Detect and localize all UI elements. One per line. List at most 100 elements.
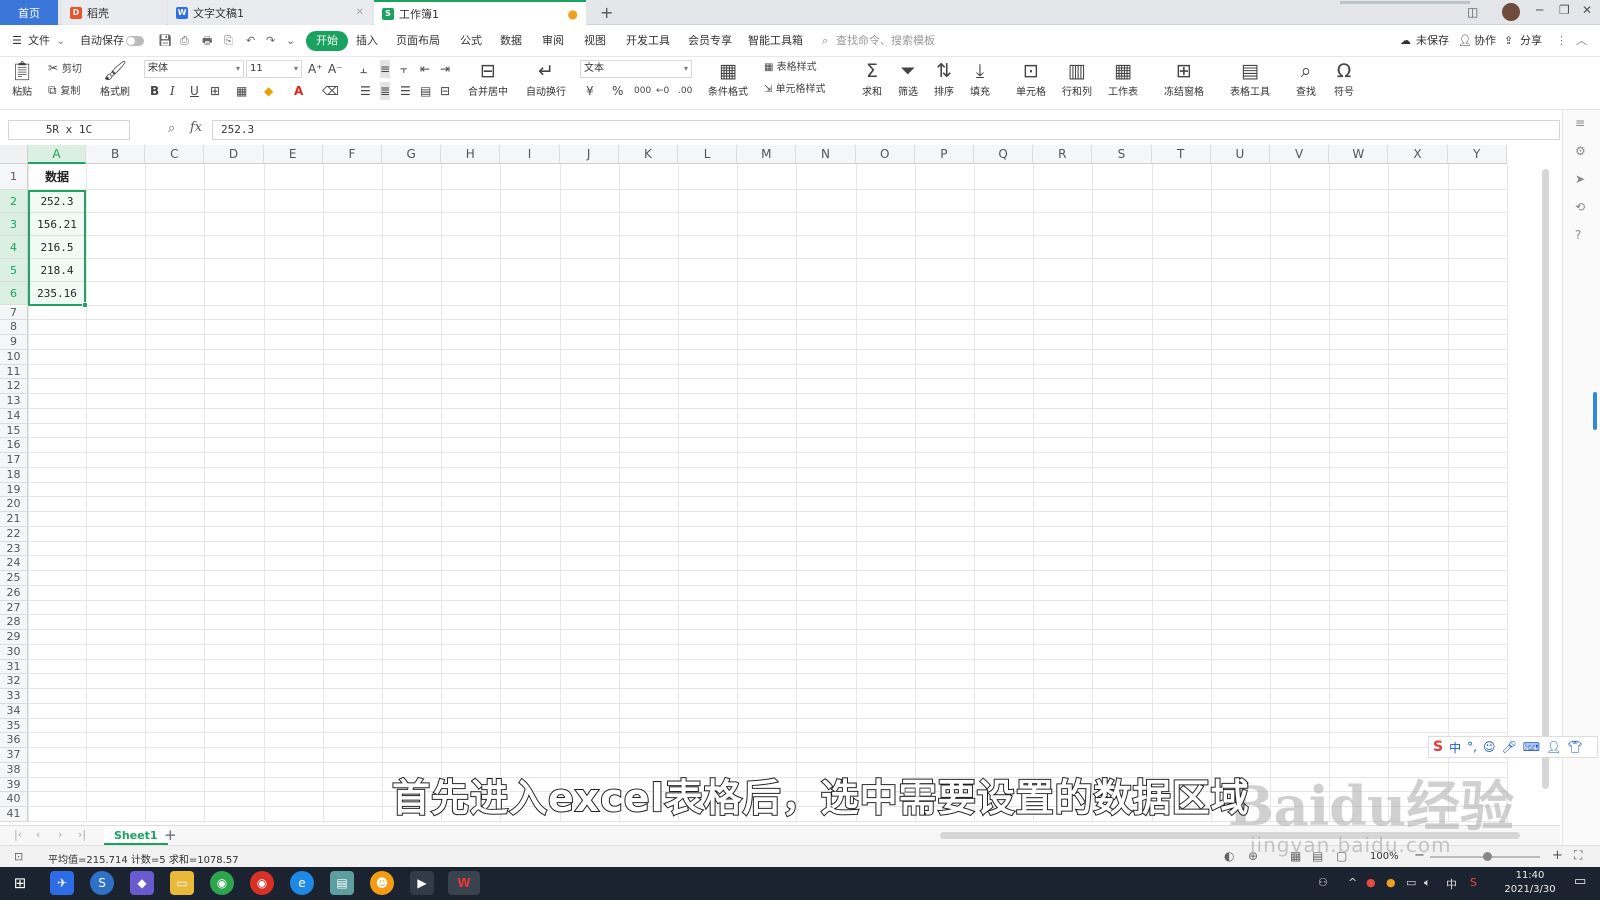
select-all-corner[interactable] [0, 145, 28, 164]
layout-icon[interactable]: ◫ [1467, 5, 1478, 19]
row-header-16[interactable]: 16 [0, 438, 28, 453]
ime-chinese-mode[interactable]: 中 [1449, 739, 1461, 756]
notification-icon[interactable]: ▭ [1574, 874, 1586, 889]
minimize-icon[interactable]: ─ [1536, 3, 1543, 17]
underline-icon[interactable]: U [190, 82, 199, 100]
tray-app-icon[interactable]: ● [1386, 876, 1396, 889]
font-size-select[interactable]: 11 [246, 60, 302, 78]
row-header-23[interactable]: 23 [0, 541, 28, 557]
clear-format-icon[interactable]: ⌫ [322, 82, 339, 100]
row-header-40[interactable]: 40 [0, 792, 28, 807]
decrease-font-icon[interactable]: A⁻ [328, 60, 343, 78]
thousands-icon[interactable]: 000 [634, 82, 651, 100]
row-header-17[interactable]: 17 [0, 453, 28, 468]
add-sheet-icon[interactable]: + [164, 826, 177, 844]
feather-app-icon[interactable]: ✈ [50, 871, 74, 895]
column-header-F[interactable]: F [322, 145, 382, 164]
collab-button[interactable]: 协作 [1474, 25, 1496, 57]
undo-icon[interactable]: ↶ [246, 25, 255, 57]
row-header-12[interactable]: 12 [0, 379, 28, 394]
print-preview-icon[interactable]: ⎙ [180, 25, 189, 57]
cube-app-icon[interactable]: ◆ [130, 871, 154, 895]
cell-button[interactable]: ⊡ 单元格 [1016, 59, 1046, 98]
align-right-icon[interactable]: ☰ [400, 82, 411, 100]
row-header-35[interactable]: 35 [0, 718, 28, 734]
indent-increase-icon[interactable]: ⇥ [440, 60, 450, 78]
paste-button[interactable]: 📋︎ 粘贴 [10, 59, 34, 98]
decrease-decimal-icon[interactable]: .00 [678, 82, 692, 100]
worksheet-button[interactable]: ▦ 工作表 [1108, 59, 1138, 98]
sogou-app-icon[interactable]: S [90, 871, 114, 895]
tray-expand-icon[interactable]: ^ [1348, 876, 1357, 889]
distributed-icon[interactable]: ⊟ [440, 82, 450, 100]
windows-start-icon[interactable]: ⊞ [8, 871, 32, 895]
row-header-28[interactable]: 28 [0, 615, 28, 630]
column-header-Q[interactable]: Q [974, 145, 1034, 164]
row-header-27[interactable]: 27 [0, 600, 28, 616]
row-header-21[interactable]: 21 [0, 512, 28, 527]
column-header-H[interactable]: H [441, 145, 501, 164]
column-header-U[interactable]: U [1210, 145, 1270, 164]
column-header-R[interactable]: R [1033, 145, 1093, 164]
align-left-icon[interactable]: ☰ [360, 82, 371, 100]
sum-button[interactable]: Σ 求和 [862, 59, 882, 98]
menu-tab-data[interactable]: 数据 [500, 25, 522, 57]
selection-range[interactable] [28, 190, 86, 306]
freeze-panes-button[interactable]: ⊞ 冻结窗格 [1164, 59, 1204, 98]
italic-icon[interactable]: I [170, 82, 175, 100]
next-sheet-icon[interactable]: › [58, 828, 62, 841]
font-name-select[interactable]: 宋体 [144, 60, 244, 78]
autosave-toggle[interactable] [126, 36, 144, 46]
row-header-15[interactable]: 15 [0, 423, 28, 439]
row-header-41[interactable]: 41 [0, 807, 28, 822]
cell-border-style-icon[interactable]: ▦ [236, 82, 247, 100]
export-icon[interactable]: ⎘ [224, 25, 233, 57]
sogou-tray-icon[interactable]: S [1470, 876, 1477, 889]
justify-icon[interactable]: ▤ [420, 82, 431, 100]
row-header-7[interactable]: 7 [0, 305, 28, 321]
clock-date[interactable]: 2021/3/30 [1490, 884, 1570, 895]
unsaved-dot-icon[interactable]: ● [568, 7, 578, 21]
number-format-select[interactable]: 文本 [580, 60, 692, 78]
cell-A1[interactable]: 数据 [28, 164, 86, 190]
formula-input[interactable]: 252.3 [212, 120, 1560, 140]
border-icon[interactable]: ⊞ [210, 82, 220, 100]
row-header-13[interactable]: 13 [0, 394, 28, 409]
row-header-22[interactable]: 22 [0, 526, 28, 542]
column-header-O[interactable]: O [855, 145, 915, 164]
row-header-24[interactable]: 24 [0, 556, 28, 571]
column-header-D[interactable]: D [204, 145, 264, 164]
fullscreen-icon[interactable]: ⛶ [1574, 848, 1582, 863]
notes-app-icon[interactable]: ▤ [330, 871, 354, 895]
fill-color-icon[interactable]: ◆ [264, 82, 273, 100]
row-header-36[interactable]: 36 [0, 733, 28, 748]
column-header-L[interactable]: L [678, 145, 738, 164]
select-cursor-icon[interactable]: ➤ [1575, 172, 1585, 186]
people-icon[interactable]: ⚇ [1318, 876, 1328, 889]
redo-icon[interactable]: ↷ [266, 25, 275, 57]
tab-workbook[interactable]: S 工作簿1 ● [374, 0, 586, 25]
column-header-N[interactable]: N [796, 145, 856, 164]
zoom-in-icon[interactable]: + [1552, 848, 1563, 863]
row-header-29[interactable]: 29 [0, 630, 28, 645]
row-header-25[interactable]: 25 [0, 571, 28, 586]
menu-tab-member[interactable]: 会员专享 [688, 25, 732, 57]
wrap-text-button[interactable]: ↵ 自动换行 [526, 59, 566, 98]
increase-font-icon[interactable]: A⁺ [308, 60, 323, 78]
media-player-icon[interactable]: ▶ [410, 871, 434, 895]
column-header-Y[interactable]: Y [1447, 145, 1507, 164]
share-button[interactable]: 分享 [1520, 25, 1542, 57]
row-header-26[interactable]: 26 [0, 585, 28, 601]
ime-keyboard-icon[interactable]: ⌨ [1523, 740, 1540, 754]
clock-time[interactable]: 11:40 [1500, 870, 1560, 881]
column-header-W[interactable]: W [1329, 145, 1389, 164]
row-header-6[interactable]: 6 [0, 282, 28, 306]
menu-tab-developer[interactable]: 开发工具 [626, 25, 670, 57]
file-explorer-icon[interactable]: ▭ [170, 871, 194, 895]
zoom-slider-thumb[interactable] [1483, 852, 1492, 861]
vertical-scrollbar[interactable] [1542, 169, 1549, 789]
row-header-33[interactable]: 33 [0, 689, 28, 704]
unsaved-status[interactable]: 未保存 [1416, 25, 1449, 57]
format-painter-button[interactable]: 🖌︎ 格式刷 [100, 59, 130, 98]
panel-slider[interactable] [1593, 392, 1597, 430]
